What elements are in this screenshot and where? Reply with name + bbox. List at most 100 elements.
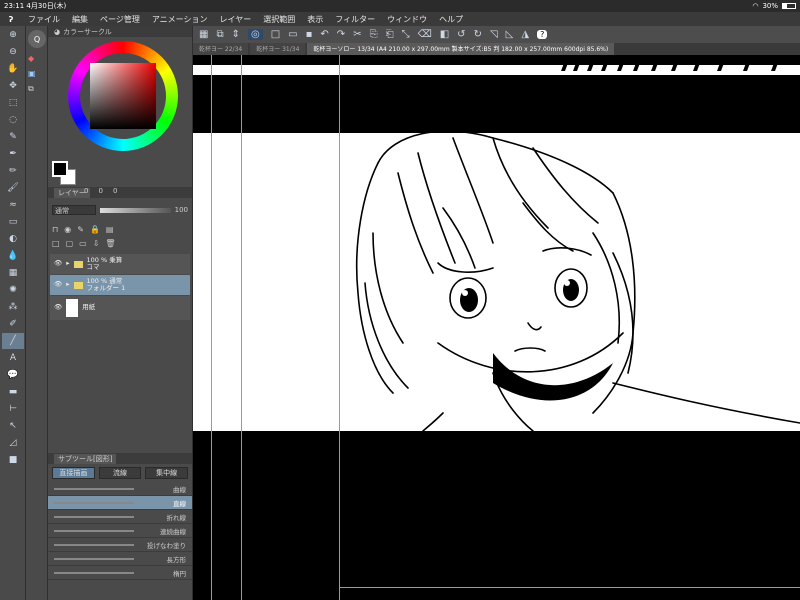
menu-edit[interactable]: 編集 <box>66 14 94 25</box>
layer-panel-tab[interactable]: レイヤー <box>48 187 192 198</box>
clip-icon[interactable]: ⊓ <box>52 225 58 234</box>
spray-tool-icon[interactable]: ⁂ <box>2 299 24 315</box>
new-vector-icon[interactable]: ▢ <box>66 239 74 248</box>
pencil-tool-icon[interactable]: ✏ <box>2 163 24 179</box>
pen-tool-icon[interactable]: ✒ <box>2 146 24 162</box>
subtool-item[interactable]: 長方形 <box>48 552 192 566</box>
zoom-tool-icon[interactable]: ⊕ <box>2 27 24 43</box>
lasso-tool-icon[interactable]: ◌ <box>2 112 24 128</box>
subtool-item[interactable]: 投げなわ塗り <box>48 538 192 552</box>
layer-row-koma[interactable]: 👁 ▸ 100 % 乗算 コマ <box>50 254 190 274</box>
mask-icon[interactable]: ▤ <box>106 225 114 234</box>
expand-arrow-icon[interactable]: ▸ <box>66 260 69 267</box>
navigator-icon[interactable]: Q <box>28 30 46 48</box>
subtool-panel-tab[interactable]: サブツール[図形] <box>48 453 192 464</box>
companion-icon[interactable]: ◎ <box>247 29 263 40</box>
figure-tool-icon[interactable]: ╱ <box>2 333 24 349</box>
new-folder-icon[interactable]: ▭ <box>79 239 87 248</box>
visibility-eye-icon[interactable]: 👁 <box>54 281 62 288</box>
text-tool-icon[interactable]: A <box>2 350 24 366</box>
doc-tab-active[interactable]: 乾杯ヨーソロー 13/34 (A4 210.00 x 297.00mm 製本サイ… <box>307 43 615 55</box>
doc-tab[interactable]: 乾杯ヨー 31/34 <box>250 43 306 55</box>
layer-prop-icon[interactable]: ⧉ <box>28 84 45 94</box>
frame-tool-icon[interactable]: ▬ <box>2 384 24 400</box>
eraser-tool-icon[interactable]: ▭ <box>2 214 24 230</box>
color-panel-tab[interactable]: ◕ カラーサークル <box>48 26 192 37</box>
subtool-item[interactable]: 連続曲線 <box>48 524 192 538</box>
opacity-slider[interactable] <box>100 207 171 213</box>
undo-icon[interactable]: ↶ <box>320 29 328 40</box>
airbrush-tool-icon[interactable]: ≈ <box>2 197 24 213</box>
menu-view[interactable]: 表示 <box>301 14 329 25</box>
tab-focus-line[interactable]: 集中線 <box>145 467 189 479</box>
blend-mode-select[interactable]: 通常 <box>52 205 96 215</box>
material-icon[interactable]: ▣ <box>28 69 45 78</box>
page-icon[interactable]: ⧉ <box>216 29 223 40</box>
rotate-left-icon[interactable]: ↺ <box>457 29 465 40</box>
copy-icon[interactable]: ⎘ <box>370 29 378 40</box>
menu-layer[interactable]: レイヤー <box>214 14 258 25</box>
visibility-eye-icon[interactable]: 👁 <box>54 260 62 267</box>
subtool-item[interactable]: 直線 <box>48 496 192 510</box>
new-raster-icon[interactable]: □ <box>52 239 60 248</box>
expand-arrow-icon[interactable]: ▸ <box>66 281 69 288</box>
new-icon[interactable]: □ <box>271 29 280 40</box>
menu-file[interactable]: ファイル <box>22 14 66 25</box>
draft-icon[interactable]: ✎ <box>77 225 84 234</box>
open-icon[interactable]: ▭ <box>288 29 297 40</box>
lock-icon[interactable]: 🔒 <box>90 225 100 234</box>
help-icon[interactable]: ? <box>537 30 548 39</box>
saturation-value-box[interactable] <box>90 63 156 129</box>
tab-direct-draw[interactable]: 直接描画 <box>52 467 95 479</box>
layer-row-paper[interactable]: 👁 用紙 <box>50 296 190 320</box>
rotate-right-icon[interactable]: ↻ <box>474 29 482 40</box>
blend-tool-icon[interactable]: ◐ <box>2 231 24 247</box>
menu-page[interactable]: ページ管理 <box>94 14 146 25</box>
delete-layer-icon[interactable]: 🗑 <box>105 239 115 248</box>
snap-ruler-icon[interactable]: ◹ <box>490 29 498 40</box>
tab-stream-line[interactable]: 流線 <box>98 467 142 479</box>
subtool-panel-title[interactable]: サブツール[図形] <box>54 453 117 464</box>
subtool-item[interactable]: 折れ線 <box>48 510 192 524</box>
paste-icon[interactable]: ⎗ <box>386 29 394 40</box>
redo-icon[interactable]: ↷ <box>337 29 345 40</box>
hand-tool-icon[interactable]: ✋ <box>2 61 24 77</box>
move-tool-icon[interactable]: ✥ <box>2 78 24 94</box>
transform-icon[interactable]: ⤡ <box>402 29 410 40</box>
save-icon[interactable]: ▪ <box>306 29 313 40</box>
subtool-item[interactable]: 楕円 <box>48 566 192 580</box>
grid-icon[interactable]: ▦ <box>199 29 208 40</box>
visibility-eye-icon[interactable]: 👁 <box>54 304 62 311</box>
snap-special-icon[interactable]: ◮ <box>521 29 529 40</box>
balloon-tool-icon[interactable]: 💬 <box>2 367 24 383</box>
menu-help[interactable]: ヘルプ <box>433 14 469 25</box>
fill-tool-icon[interactable]: 💧 <box>2 248 24 264</box>
pen-b-tool-icon[interactable]: ✐ <box>2 316 24 332</box>
menu-animation[interactable]: アニメーション <box>146 14 214 25</box>
merge-icon[interactable]: ⇩ <box>93 239 100 248</box>
layer-row-folder1[interactable]: 👁 ▸ 100 % 通常 フォルダー 1 <box>50 275 190 295</box>
operation-tool-icon[interactable]: ↖ <box>2 418 24 434</box>
app-logo-icon[interactable]: ʔ <box>0 15 22 24</box>
decoration-tool-icon[interactable]: ✺ <box>2 282 24 298</box>
main-color-swatch[interactable] <box>52 161 68 177</box>
snap-grid-icon[interactable]: ◺ <box>506 29 514 40</box>
menu-filter[interactable]: フィルター <box>329 14 381 25</box>
select-tool-icon[interactable]: ⬚ <box>2 95 24 111</box>
ruler-tool-icon[interactable]: ⊢ <box>2 401 24 417</box>
zoom-out-icon[interactable]: ⊖ <box>2 44 24 60</box>
opacity-value[interactable]: 100 <box>175 206 188 214</box>
spin-arrows-icon[interactable]: ⇕ <box>232 29 240 40</box>
brush-tool-icon[interactable]: 🖌 <box>2 180 24 196</box>
eyedropper-tool-icon[interactable]: ✎ <box>2 129 24 145</box>
drawing-canvas[interactable] <box>193 55 800 600</box>
correct-line-tool-icon[interactable]: ◿ <box>2 435 24 451</box>
clear-icon[interactable]: ⌫ <box>418 29 432 40</box>
doc-tab[interactable]: 乾杯ヨー 22/34 <box>193 43 249 55</box>
cut-icon[interactable]: ✂ <box>353 29 361 40</box>
fill-icon[interactable]: ◧ <box>440 29 449 40</box>
color-set-icon[interactable]: ◆ <box>28 54 45 63</box>
reference-icon[interactable]: ◉ <box>64 225 71 234</box>
subtool-item[interactable]: 曲線 <box>48 482 192 496</box>
menu-window[interactable]: ウィンドウ <box>381 14 433 25</box>
